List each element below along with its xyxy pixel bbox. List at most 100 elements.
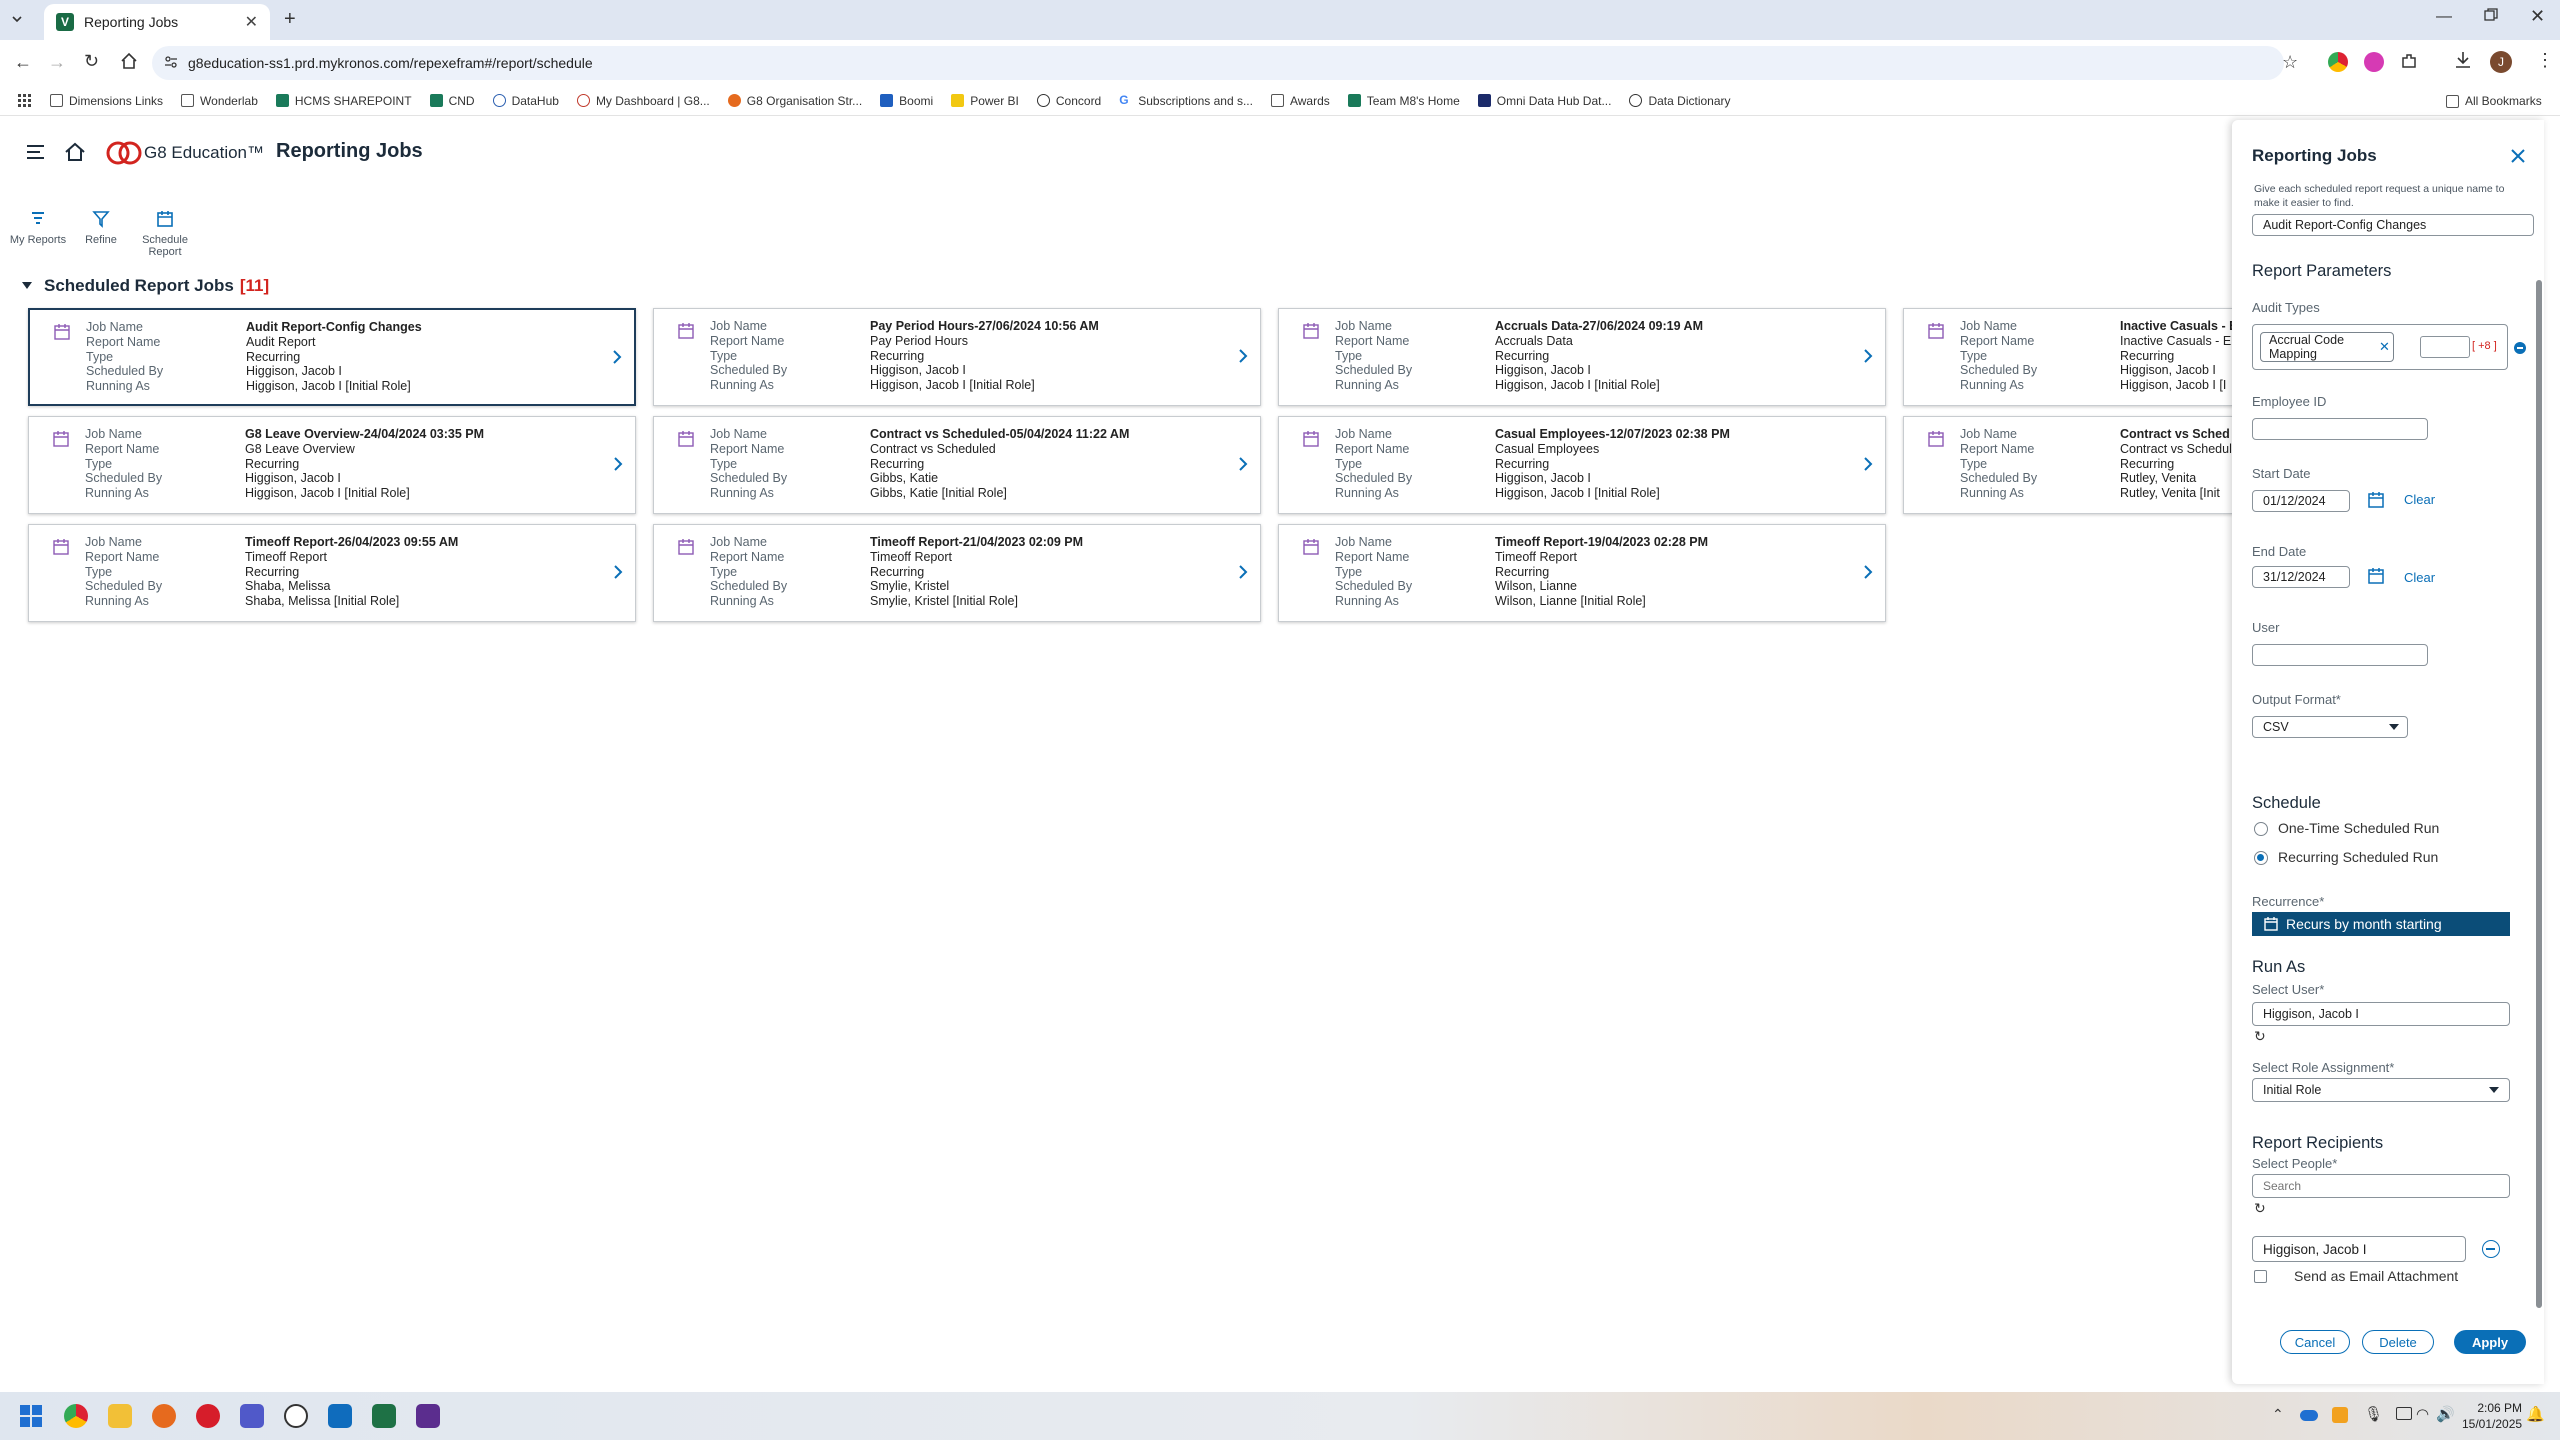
chevron-right-icon[interactable] — [613, 565, 623, 579]
reload-icon[interactable]: ↻ — [84, 51, 99, 72]
refresh-people-icon[interactable]: ↻ — [2254, 1200, 2266, 1217]
all-bookmarks[interactable]: All Bookmarks — [2446, 94, 2542, 108]
bookmark-concord[interactable]: Concord — [1036, 94, 1101, 108]
clear-start-date-link[interactable]: Clear — [2404, 492, 2435, 507]
chevron-right-icon[interactable] — [1238, 349, 1248, 363]
email-attachment-checkbox[interactable] — [2254, 1270, 2267, 1283]
bookmark-wonderlab[interactable]: Wonderlab — [181, 94, 258, 108]
teams-icon[interactable] — [240, 1404, 264, 1428]
excel-icon[interactable] — [372, 1404, 396, 1428]
hamburger-menu-icon[interactable] — [26, 144, 46, 160]
job-card[interactable]: Job Name Report Name Type Scheduled By Runni… — [28, 416, 636, 514]
job-card[interactable]: Job Name Report Name Type Scheduled By Runni… — [1278, 524, 1886, 622]
people-search-input[interactable] — [2252, 1174, 2510, 1198]
tray-chevron-icon[interactable]: ⌃ — [2272, 1406, 2284, 1423]
bookmark-subscriptions[interactable]: G Subscriptions and s... — [1119, 94, 1253, 108]
panel-scrollbar[interactable] — [2536, 280, 2542, 1308]
clear-end-date-link[interactable]: Clear — [2404, 570, 2435, 585]
bookmark-datahub[interactable]: DataHub — [492, 94, 559, 108]
chatgpt-icon[interactable] — [284, 1404, 308, 1428]
job-name-input[interactable]: Audit Report-Config Changes — [2252, 214, 2534, 236]
bookmark-my-dashboard[interactable]: My Dashboard | G8... — [576, 94, 710, 108]
extension-purple-icon[interactable] — [2364, 52, 2384, 72]
recurring-radio[interactable] — [2254, 851, 2268, 865]
bookmark-data-dictionary[interactable]: Data Dictionary — [1629, 94, 1731, 108]
home-icon[interactable] — [64, 141, 86, 163]
output-format-select[interactable]: CSV — [2252, 716, 2408, 738]
bookmark-hcms-sharepoint[interactable]: HCMS SHAREPOINT — [275, 94, 412, 108]
site-info-icon[interactable] — [164, 55, 178, 69]
more-types-count[interactable]: [ +8 ] — [2472, 340, 2497, 352]
job-card[interactable]: Job Name Report Name Type Scheduled By Runni… — [653, 416, 1261, 514]
my-reports-button[interactable]: My Reports — [6, 206, 70, 246]
refresh-user-icon[interactable]: ↻ — [2254, 1028, 2266, 1045]
window-close-icon[interactable]: ✕ — [2530, 6, 2545, 27]
bookmark-star-icon[interactable]: ☆ — [2282, 52, 2298, 73]
bookmark-omni-data-hub[interactable]: Omni Data Hub Dat... — [1477, 94, 1611, 108]
calendar-picker-icon[interactable] — [2368, 492, 2384, 508]
firefox-icon[interactable] — [152, 1404, 176, 1428]
profile-avatar[interactable]: J — [2490, 51, 2512, 73]
job-card[interactable]: Job Name Report Name Type Scheduled By Runni… — [1278, 416, 1886, 514]
app-purple-icon[interactable] — [416, 1404, 440, 1428]
select-role-select[interactable]: Initial Role — [2252, 1078, 2510, 1102]
end-date-input[interactable]: 31/12/2024 — [2252, 566, 2350, 588]
cancel-button[interactable]: Cancel — [2280, 1330, 2350, 1354]
notifications-bell-icon[interactable]: 🔔 — [2526, 1405, 2545, 1423]
wifi-icon[interactable]: ◠ — [2416, 1405, 2429, 1423]
remove-recipient-icon[interactable] — [2482, 1240, 2500, 1258]
employee-id-input[interactable] — [2252, 418, 2428, 440]
back-icon[interactable]: ← — [14, 52, 32, 73]
chip-remove-icon[interactable]: ✕ — [2379, 339, 2390, 355]
chrome-taskbar-icon[interactable] — [64, 1404, 88, 1428]
job-card[interactable]: Job Name Report Name Type Scheduled By Runni… — [28, 308, 636, 406]
delete-button[interactable]: Delete — [2362, 1330, 2434, 1354]
chevron-right-icon[interactable] — [1238, 565, 1248, 579]
display-icon[interactable] — [2396, 1407, 2412, 1420]
file-explorer-icon[interactable] — [108, 1404, 132, 1428]
job-card[interactable]: Job Name Report Name Type Scheduled By Runni… — [653, 524, 1261, 622]
browser-menu-icon[interactable]: ⋮ — [2536, 50, 2554, 71]
chevron-right-icon[interactable] — [613, 457, 623, 471]
job-card[interactable]: Job Name Report Name Type Scheduled By Runni… — [28, 524, 636, 622]
tray-app-icon[interactable] — [2332, 1407, 2348, 1423]
system-clock[interactable]: 2:06 PM 15/01/2025 — [2462, 1400, 2522, 1432]
bookmark-g8-organisation[interactable]: G8 Organisation Str... — [727, 94, 862, 108]
home-icon[interactable] — [120, 52, 138, 70]
section-header[interactable]: Scheduled Report Jobs [11] — [22, 276, 269, 296]
select-user-input[interactable]: Higgison, Jacob I — [2252, 1002, 2510, 1026]
microphone-icon[interactable]: 🎙 — [2364, 1405, 2383, 1423]
chevron-right-icon[interactable] — [1863, 349, 1873, 363]
bookmark-team-m8[interactable]: Team M8's Home — [1347, 94, 1460, 108]
media-app-icon[interactable] — [196, 1404, 220, 1428]
new-tab-icon[interactable]: + — [284, 8, 296, 31]
bookmark-power-bi[interactable]: Power BI — [951, 94, 1019, 108]
tab-search-icon[interactable] — [10, 12, 24, 26]
chevron-right-icon[interactable] — [1238, 457, 1248, 471]
onedrive-icon[interactable] — [2300, 1410, 2318, 1421]
download-icon[interactable] — [2454, 50, 2472, 70]
start-date-input[interactable]: 01/12/2024 — [2252, 490, 2350, 512]
bookmark-boomi[interactable]: Boomi — [880, 94, 933, 108]
apply-button[interactable]: Apply — [2454, 1330, 2526, 1354]
recurrence-button[interactable]: Recurs by month starting — [2252, 912, 2510, 936]
remove-audit-types-icon[interactable] — [2514, 342, 2526, 354]
job-card[interactable]: Job Name Report Name Type Scheduled By Runni… — [653, 308, 1261, 406]
chevron-right-icon[interactable] — [612, 350, 622, 364]
job-card[interactable]: Job Name Report Name Type Scheduled By Runni… — [1903, 308, 2233, 406]
chevron-right-icon[interactable] — [1863, 565, 1873, 579]
user-input[interactable] — [2252, 644, 2428, 666]
schedule-report-button[interactable]: Schedule Report — [133, 206, 197, 258]
close-icon[interactable] — [2510, 148, 2526, 164]
job-card[interactable]: Job Name Report Name Type Scheduled By Runni… — [1903, 416, 2233, 514]
extensions-puzzle-icon[interactable] — [2400, 52, 2418, 70]
chevron-right-icon[interactable] — [1863, 457, 1873, 471]
restore-icon[interactable] — [2484, 8, 2498, 22]
bookmark-cnd[interactable]: CND — [429, 94, 475, 108]
minimize-icon[interactable]: — — [2436, 8, 2452, 26]
browser-tab[interactable]: V Reporting Jobs ✕ — [44, 4, 270, 40]
windows-start-icon[interactable] — [20, 1405, 42, 1427]
tab-close-icon[interactable]: ✕ — [245, 12, 258, 32]
forward-icon[interactable]: → — [48, 52, 66, 73]
address-bar[interactable]: g8education-ss1.prd.mykronos.com/repexef… — [152, 46, 2298, 80]
